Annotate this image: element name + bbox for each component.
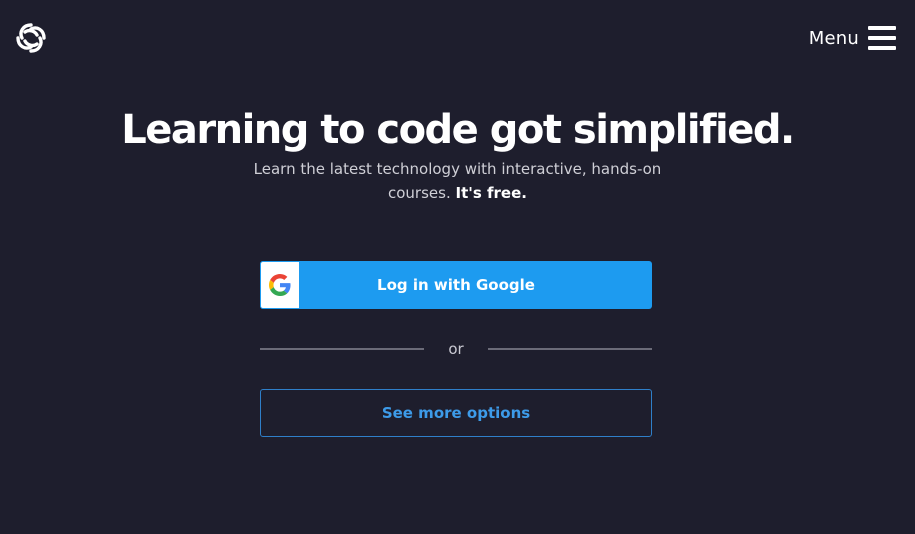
google-icon-container [260, 261, 300, 309]
menu-button[interactable]: Menu [809, 24, 896, 52]
google-login-label: Log in with Google [377, 276, 535, 294]
see-more-options-button[interactable]: See more options [260, 389, 652, 437]
or-divider: or [260, 338, 652, 360]
header: Menu [0, 0, 915, 76]
hero-subtitle-emphasis: It's free. [455, 184, 527, 202]
divider-line-right [488, 348, 652, 350]
hamburger-menu-icon [868, 26, 896, 50]
hero-subtitle: Learn the latest technology with interac… [252, 157, 663, 205]
sololearn-logo-icon[interactable] [14, 21, 48, 55]
google-login-button[interactable]: Log in with Google [260, 261, 652, 309]
google-g-icon [269, 274, 291, 296]
menu-label: Menu [808, 27, 859, 49]
hero-title: Learning to code got simplified. [121, 107, 795, 153]
